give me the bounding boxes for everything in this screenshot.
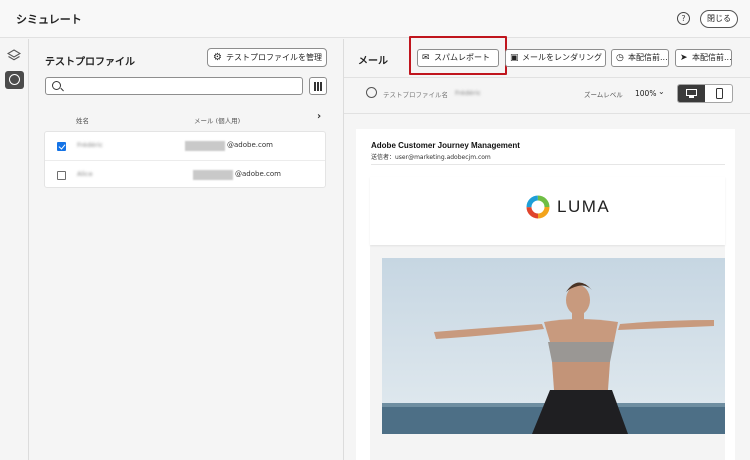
- profile-email: @adobe.com: [227, 141, 273, 149]
- yoga-photo: [382, 258, 725, 434]
- hero-image: [382, 258, 725, 434]
- left-rail: [0, 39, 29, 460]
- render-email-button[interactable]: ▣ メールをレンダリング: [505, 49, 606, 67]
- row-checkbox[interactable]: [57, 142, 66, 151]
- logo-banner: LUMA: [370, 177, 725, 245]
- mobile-icon[interactable]: [706, 85, 732, 102]
- column-settings-button[interactable]: [309, 77, 327, 95]
- profile-table: Frédéric @adobe.com Alice @adobe.com: [44, 131, 326, 188]
- help-icon[interactable]: ?: [677, 12, 690, 25]
- proof-send-button[interactable]: ➤ 本配信前...: [675, 49, 732, 67]
- zoom-label: ズームレベル: [584, 91, 623, 99]
- panel-title: テストプロファイル: [45, 57, 135, 68]
- email-body: LUMA: [370, 177, 725, 460]
- highlight-box: [409, 36, 507, 75]
- proof-label: 本配信前...: [628, 53, 668, 62]
- divider: [344, 77, 750, 78]
- columns-icon: [314, 82, 322, 91]
- page-title: シミュレート: [16, 13, 82, 26]
- user-profile-icon[interactable]: [5, 71, 24, 89]
- column-header-email[interactable]: メール (個人用): [194, 115, 240, 125]
- zoom-select[interactable]: 100%: [635, 89, 656, 98]
- proof-schedule-button[interactable]: ◷ 本配信前...: [611, 49, 669, 67]
- profile-name: Alice: [77, 170, 93, 178]
- search-icon: [52, 81, 61, 90]
- table-row[interactable]: Frédéric @adobe.com: [45, 132, 325, 160]
- manage-label: テストプロファイルを管理: [226, 53, 322, 62]
- divider: [344, 113, 750, 114]
- profile-email: @adobe.com: [235, 170, 281, 178]
- email-redaction: [185, 141, 225, 151]
- close-button[interactable]: 閉じる: [700, 10, 738, 28]
- column-header-name[interactable]: 姓名: [76, 115, 89, 125]
- email-brand: Adobe Customer Journey Management: [371, 141, 520, 150]
- email-preview-panel: メール ✉ スパムレポート ▣ メールをレンダリング ◷ 本配信前... ➤ 本…: [343, 36, 750, 460]
- email-section-title: メール: [358, 56, 388, 67]
- profile-label: テストプロファイル名: [383, 91, 448, 99]
- device-toggle: [677, 84, 733, 103]
- chevron-down-icon[interactable]: ⌄: [658, 87, 665, 96]
- proof-send-label: 本配信前...: [692, 53, 732, 62]
- chevron-right-icon[interactable]: ›: [317, 111, 321, 122]
- email-sender: 送信者：user@marketing.adobecjm.com: [371, 154, 491, 161]
- desktop-icon[interactable]: [678, 85, 705, 102]
- top-bar: シミュレート ? 閉じる: [0, 0, 750, 38]
- table-row[interactable]: Alice @adobe.com: [45, 160, 325, 188]
- manage-test-profiles-button[interactable]: ⚙ テストプロファイルを管理: [207, 48, 327, 67]
- gear-icon: ⚙: [213, 52, 222, 63]
- logo-text: LUMA: [557, 197, 611, 216]
- render-icon: ▣: [510, 53, 519, 63]
- profile-name: Frédéric: [77, 141, 103, 149]
- clock-icon: ◷: [616, 53, 624, 63]
- layers-icon[interactable]: [7, 49, 21, 63]
- user-profile-icon: [366, 87, 377, 98]
- test-profile-panel: テストプロファイル ⚙ テストプロファイルを管理 姓名 メール (個人用) › …: [30, 39, 342, 460]
- luma-logo-icon: [526, 195, 550, 219]
- search-input[interactable]: [66, 79, 296, 93]
- profile-value: Frédéric: [455, 89, 481, 97]
- email-redaction: [193, 170, 233, 180]
- search-field[interactable]: [45, 77, 303, 95]
- send-icon: ➤: [680, 53, 688, 63]
- row-checkbox[interactable]: [57, 171, 66, 180]
- divider: [371, 164, 725, 165]
- render-label: メールをレンダリング: [522, 53, 602, 62]
- email-preview: Adobe Customer Journey Management 送信者：us…: [356, 129, 735, 460]
